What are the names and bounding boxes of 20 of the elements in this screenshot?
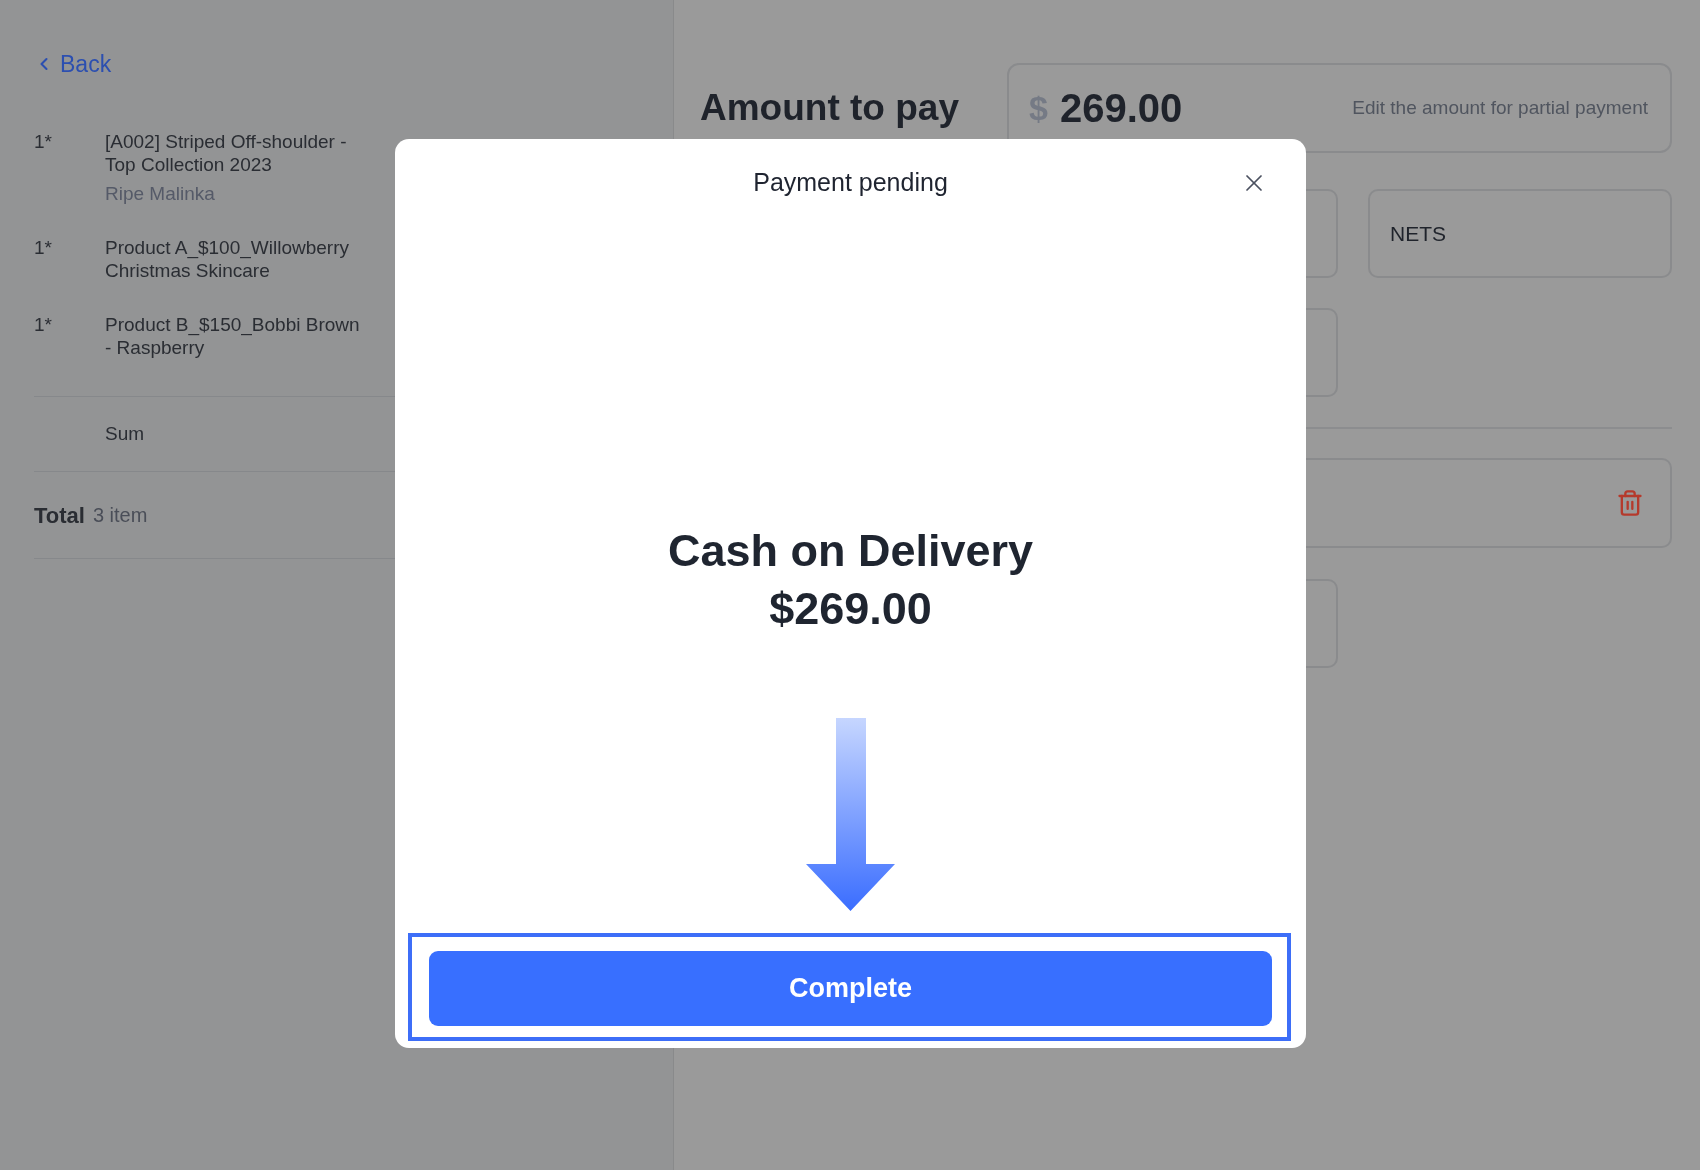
item-variant: Ripe Malinka (105, 182, 216, 205)
item-name: Product B_$150_Bobbi Brown - Raspberry (105, 313, 360, 359)
total-label: Total (34, 501, 85, 530)
amount-to-pay-title: Amount to pay (700, 86, 960, 131)
payment-amount: $269.00 (769, 582, 932, 636)
item-name: Product A_$100_Willowberry Christmas Skincare (105, 236, 349, 282)
item-quantity: 1* (34, 236, 53, 260)
amount-value: 269.00 (1059, 85, 1183, 132)
complete-button[interactable]: Complete (429, 951, 1272, 1026)
field-hint: Edit the amount for partial payment (1352, 95, 1648, 120)
sum-label: Sum (105, 421, 145, 446)
dialog-title: Payment pending (753, 167, 948, 199)
payment-method-button[interactable]: NETS (1368, 189, 1672, 278)
item-quantity: 1* (34, 130, 53, 154)
total-item-count: 3 item (92, 503, 148, 528)
payment-method-name: Cash on Delivery (667, 524, 1034, 578)
item-quantity: 1* (34, 313, 53, 337)
item-name: [A002] Striped Off-shoulder - Top Collection 2023 (105, 130, 347, 176)
arrow-down-icon (806, 718, 895, 911)
currency-symbol: $ (1029, 87, 1048, 129)
